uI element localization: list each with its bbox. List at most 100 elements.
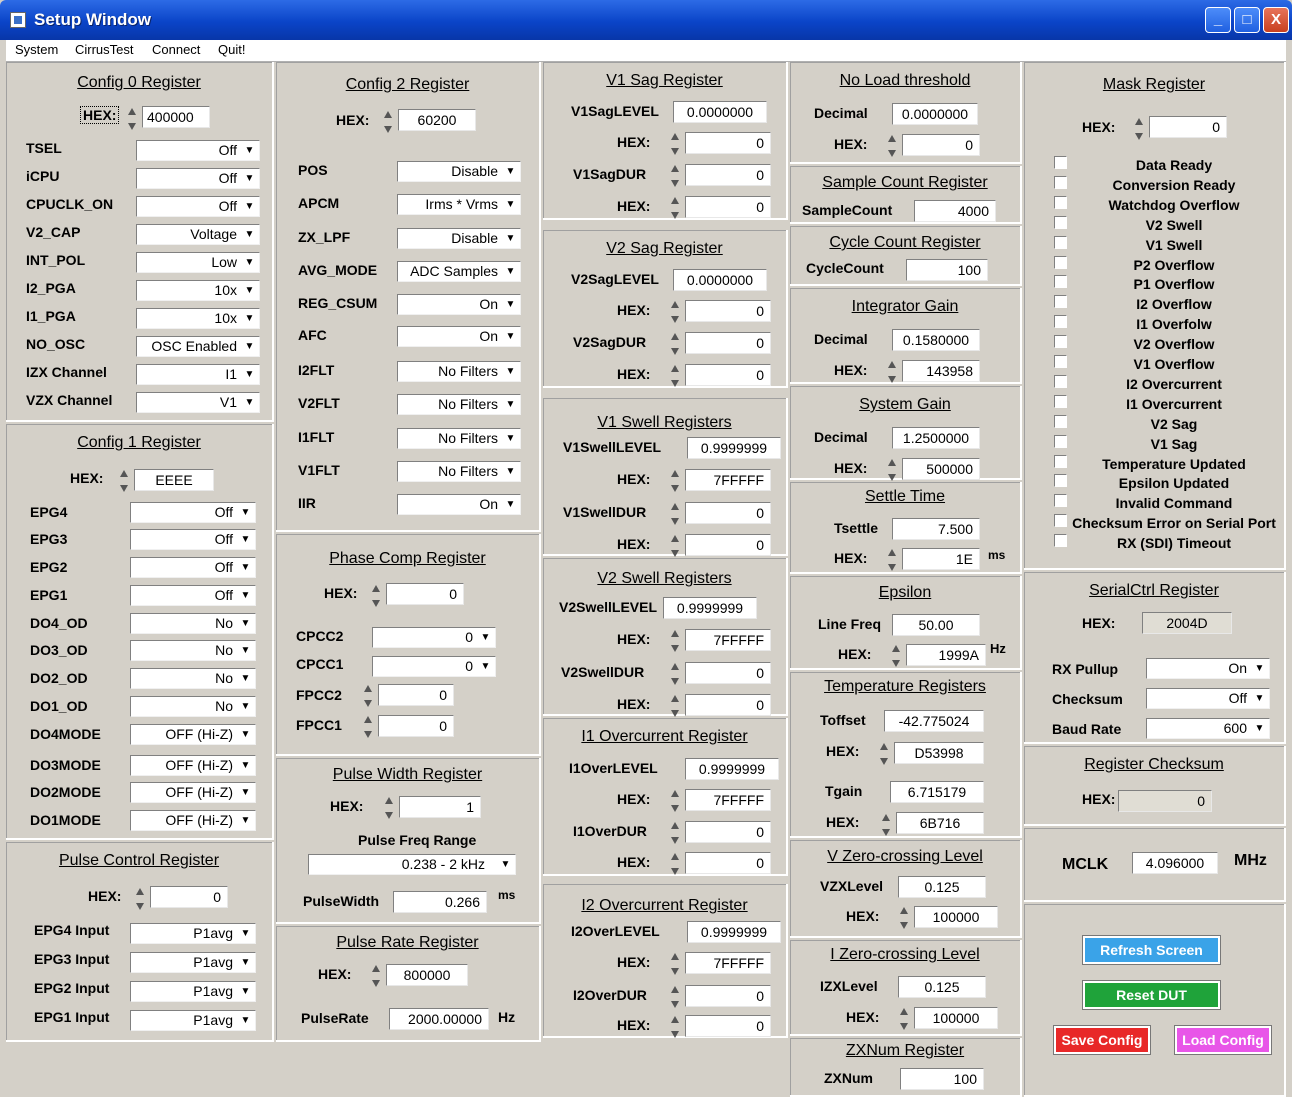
temp-hex1-field[interactable]: D53998 — [894, 742, 984, 764]
config1-dropdown[interactable]: OFF (Hi-Z) ▼ — [130, 755, 256, 776]
tsettle-field[interactable]: 7.500 — [892, 518, 980, 540]
config1-dropdown[interactable]: Off ▼ — [130, 502, 256, 523]
chevron-down-icon[interactable]: ▼ — [242, 283, 257, 298]
config1-dropdown[interactable]: No ▼ — [130, 640, 256, 661]
spinner-icon[interactable] — [670, 852, 680, 876]
config2-dropdown[interactable]: No Filters ▼ — [397, 461, 521, 482]
tgain-field[interactable]: 6.715179 — [890, 781, 984, 803]
i1over-hex2-field[interactable]: 0 — [685, 852, 771, 874]
config2-hex-field[interactable]: 60200 — [398, 109, 476, 131]
config0-dropdown[interactable]: V1 ▼ — [136, 392, 260, 413]
spinner-icon[interactable] — [670, 196, 680, 220]
chevron-down-icon[interactable]: ▼ — [503, 231, 518, 246]
i2over-level-field[interactable]: 0.9999999 — [687, 921, 781, 943]
spinner-icon[interactable] — [670, 132, 680, 156]
chevron-down-icon[interactable]: ▼ — [238, 785, 253, 800]
chevron-down-icon[interactable]: ▼ — [238, 616, 253, 631]
spinner-icon[interactable] — [670, 952, 680, 976]
mclk-field[interactable]: 4.096000 — [1132, 852, 1218, 874]
spinner-icon[interactable] — [670, 662, 680, 686]
v1swell-level-field[interactable]: 0.9999999 — [687, 437, 781, 459]
config0-hex-field[interactable]: 400000 — [142, 106, 210, 128]
spinner-icon[interactable] — [891, 644, 901, 668]
chevron-down-icon[interactable]: ▼ — [503, 497, 518, 512]
vzx-hex-field[interactable]: 100000 — [914, 906, 998, 928]
config2-dropdown[interactable]: On ▼ — [397, 494, 521, 515]
title-bar[interactable]: Setup Window _ □ X — [0, 0, 1292, 40]
config1-dropdown[interactable]: OFF (Hi-Z) ▼ — [130, 810, 256, 831]
izxlevel-field[interactable]: 0.125 — [898, 976, 986, 998]
chevron-down-icon[interactable]: ▼ — [503, 397, 518, 412]
i2over-dur-field[interactable]: 0 — [685, 985, 771, 1007]
spinner-icon[interactable] — [670, 629, 680, 653]
v2sag-dur-field[interactable]: 0 — [685, 332, 771, 354]
v2swell-hex1-field[interactable]: 7FFFFF — [685, 629, 771, 651]
phase-comp-hex-field[interactable]: 0 — [386, 583, 464, 605]
chevron-down-icon[interactable]: ▼ — [503, 264, 518, 279]
chevron-down-icon[interactable]: ▼ — [238, 505, 253, 520]
chevron-down-icon[interactable]: ▼ — [503, 364, 518, 379]
fpcc2-field[interactable]: 0 — [378, 684, 454, 706]
v2sag-hex1-field[interactable]: 0 — [685, 300, 771, 322]
spinner-icon[interactable] — [135, 887, 145, 911]
i1over-dur-field[interactable]: 0 — [685, 821, 771, 843]
v1sag-level-field[interactable]: 0.0000000 — [673, 101, 767, 123]
config0-dropdown[interactable]: Low ▼ — [136, 252, 260, 273]
spinner-icon[interactable] — [887, 360, 897, 384]
config1-dropdown[interactable]: Off ▼ — [130, 585, 256, 606]
pulsewidth-field[interactable]: 0.266 — [393, 891, 487, 913]
spinner-icon[interactable] — [363, 684, 373, 708]
spinner-icon[interactable] — [670, 1015, 680, 1039]
chevron-down-icon[interactable]: ▼ — [503, 329, 518, 344]
pulse-input-dropdown[interactable]: P1avg ▼ — [130, 952, 256, 973]
pulse-rate-hex-field[interactable]: 800000 — [386, 964, 468, 986]
vzxlevel-field[interactable]: 0.125 — [898, 876, 986, 898]
chevron-down-icon[interactable]: ▼ — [478, 630, 493, 645]
sysgain-decimal-field[interactable]: 1.2500000 — [892, 427, 980, 449]
config1-dropdown[interactable]: No ▼ — [130, 696, 256, 717]
v2swell-dur-field[interactable]: 0 — [685, 662, 771, 684]
config2-dropdown[interactable]: Disable ▼ — [397, 161, 521, 182]
spinner-icon[interactable] — [1134, 117, 1144, 141]
config0-dropdown[interactable]: Off ▼ — [136, 168, 260, 189]
chevron-down-icon[interactable]: ▼ — [242, 311, 257, 326]
chevron-down-icon[interactable]: ▼ — [242, 255, 257, 270]
spinner-icon[interactable] — [670, 469, 680, 493]
config2-dropdown[interactable]: No Filters ▼ — [397, 394, 521, 415]
chevron-down-icon[interactable]: ▼ — [238, 813, 253, 828]
spinner-icon[interactable] — [879, 742, 889, 766]
noload-hex-field[interactable]: 0 — [902, 134, 980, 156]
samplecount-field[interactable]: 4000 — [914, 200, 996, 222]
cpcc2-dropdown[interactable]: 0 ▼ — [372, 627, 496, 648]
spinner-icon[interactable] — [371, 584, 381, 608]
chevron-down-icon[interactable]: ▼ — [1252, 661, 1267, 676]
pulse-freq-range-dropdown[interactable]: 0.238 - 2 kHz ▼ — [308, 854, 516, 875]
config0-dropdown[interactable]: 10x ▼ — [136, 308, 260, 329]
chevron-down-icon[interactable]: ▼ — [238, 699, 253, 714]
menu-system[interactable]: System — [15, 42, 58, 57]
spinner-icon[interactable] — [887, 134, 897, 158]
v2swell-level-field[interactable]: 0.9999999 — [663, 597, 757, 619]
chevron-down-icon[interactable]: ▼ — [242, 367, 257, 382]
menu-cirrustest[interactable]: CirrusTest — [75, 42, 134, 57]
config1-dropdown[interactable]: No ▼ — [130, 613, 256, 634]
minimize-button[interactable]: _ — [1205, 7, 1231, 33]
epsilon-hex-field[interactable]: 1999A — [906, 644, 986, 666]
chevron-down-icon[interactable]: ▼ — [238, 560, 253, 575]
close-button[interactable]: X — [1263, 7, 1289, 33]
chevron-down-icon[interactable]: ▼ — [1252, 691, 1267, 706]
i2over-hex2-field[interactable]: 0 — [685, 1015, 771, 1037]
i1over-hex1-field[interactable]: 7FFFFF — [685, 789, 771, 811]
serialctrl-dropdown[interactable]: 600 ▼ — [1146, 718, 1270, 739]
line-freq-field[interactable]: 50.00 — [892, 614, 980, 636]
spinner-icon[interactable] — [881, 813, 891, 837]
settle-hex-field[interactable]: 1E — [902, 548, 980, 570]
chevron-down-icon[interactable]: ▼ — [238, 1013, 253, 1028]
config1-dropdown[interactable]: Off ▼ — [130, 529, 256, 550]
v1swell-dur-field[interactable]: 0 — [685, 502, 771, 524]
chevron-down-icon[interactable]: ▼ — [503, 197, 518, 212]
serialctrl-dropdown[interactable]: Off ▼ — [1146, 688, 1270, 709]
chevron-down-icon[interactable]: ▼ — [1252, 721, 1267, 736]
v2sag-hex2-field[interactable]: 0 — [685, 364, 771, 386]
config1-dropdown[interactable]: OFF (Hi-Z) ▼ — [130, 782, 256, 803]
